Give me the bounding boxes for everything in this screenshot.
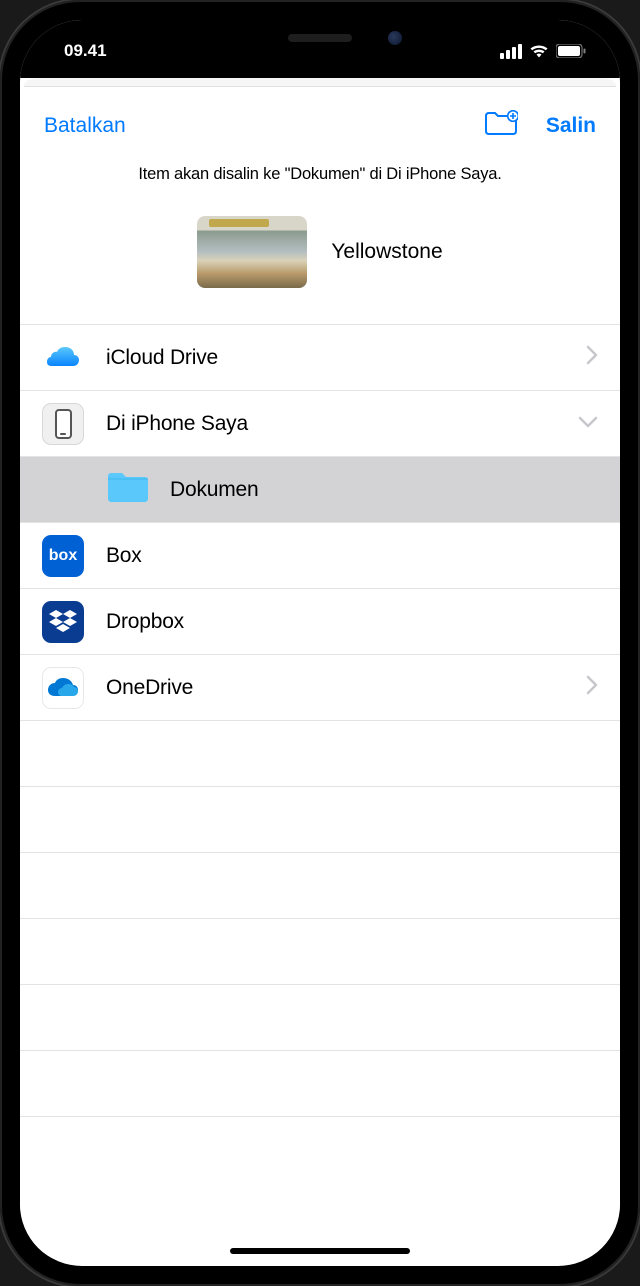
box-app-icon: box	[42, 535, 84, 577]
copy-button[interactable]: Salin	[546, 114, 596, 138]
location-row-dropbox[interactable]: Dropbox	[20, 588, 620, 654]
location-label: Dropbox	[106, 610, 598, 634]
chevron-right-icon	[586, 345, 598, 370]
location-label: Dokumen	[170, 478, 598, 502]
speaker-grille	[288, 34, 352, 42]
item-thumbnail	[197, 216, 307, 288]
on-iphone-icon	[42, 403, 84, 445]
sheet-description: Item akan disalin ke "Dokumen" di Di iPh…	[20, 149, 620, 192]
dropbox-app-icon	[42, 601, 84, 643]
iphone-frame: 09.41 Batalkan	[0, 0, 640, 1286]
chevron-right-icon	[586, 675, 598, 700]
chevron-down-icon	[578, 415, 598, 433]
notch	[180, 20, 460, 56]
home-indicator[interactable]	[230, 1248, 410, 1254]
cancel-button[interactable]: Batalkan	[44, 114, 126, 138]
icloud-icon	[42, 337, 84, 379]
wifi-icon	[529, 44, 549, 58]
cellular-signal-icon	[500, 44, 522, 59]
onedrive-app-icon	[42, 667, 84, 709]
sheet-toolbar: Batalkan Salin	[20, 88, 620, 149]
location-label: OneDrive	[106, 676, 586, 700]
location-row-icloud[interactable]: iCloud Drive	[20, 324, 620, 390]
location-label: Box	[106, 544, 598, 568]
item-preview: Yellowstone	[20, 192, 620, 324]
folder-icon	[106, 469, 150, 510]
location-row-onedrive[interactable]: OneDrive	[20, 654, 620, 720]
copy-destination-sheet: Batalkan Salin Item akan d	[20, 88, 620, 1258]
status-time: 09.41	[64, 41, 107, 61]
front-camera	[388, 31, 402, 45]
empty-list-area	[20, 720, 620, 1182]
new-folder-icon[interactable]	[484, 110, 518, 141]
location-row-on-iphone[interactable]: Di iPhone Saya	[20, 390, 620, 456]
location-label: Di iPhone Saya	[106, 412, 578, 436]
location-list: iCloud Drive Di iPhone Saya	[20, 324, 620, 1258]
location-row-dokumen[interactable]: Dokumen	[20, 456, 620, 522]
battery-icon	[556, 44, 586, 58]
location-row-box[interactable]: box Box	[20, 522, 620, 588]
item-name: Yellowstone	[331, 240, 442, 264]
screen: 09.41 Batalkan	[20, 20, 620, 1266]
location-label: iCloud Drive	[106, 346, 586, 370]
